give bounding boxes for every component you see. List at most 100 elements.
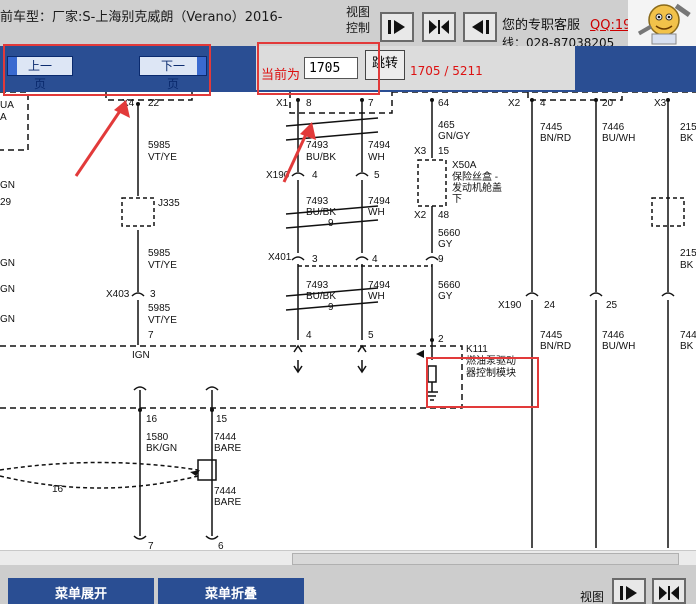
- wire-color: BU/BK: [306, 291, 336, 302]
- annotation-box-module: [426, 357, 539, 408]
- top-header: 前车型：厂家:S-上海别克威朗（Verano）2016- 视图控制 您的专职客服…: [0, 0, 696, 50]
- wire-color: GY: [438, 291, 453, 302]
- pin-label: 4: [372, 254, 378, 265]
- wire-color: WH: [368, 291, 385, 302]
- pin-label: 7: [148, 541, 154, 550]
- view-fit-button[interactable]: [422, 12, 456, 42]
- scrollbar-thumb[interactable]: [292, 553, 679, 565]
- view-next-button-bottom[interactable]: [612, 578, 646, 604]
- wire-number: 7493: [306, 280, 329, 291]
- wire-color: VT/YE: [148, 260, 177, 271]
- wire-color: WH: [368, 207, 385, 218]
- vehicle-model-label: 前车型：厂家:S-上海别克威朗（Verano）2016-: [0, 10, 283, 25]
- connector-label: X401: [268, 252, 292, 263]
- wire-number: 7494: [368, 140, 391, 151]
- pin-label: 3: [150, 289, 156, 300]
- wire-color: WH: [368, 152, 385, 163]
- pin-label: 5: [368, 330, 374, 341]
- pin-label: 25: [606, 300, 618, 311]
- wire-color: BN/RD: [540, 341, 571, 352]
- connector-label: X3: [654, 98, 667, 109]
- menu-expand-button[interactable]: 菜单展开: [8, 578, 154, 604]
- wire-number: 215: [680, 122, 696, 133]
- wire-number: 7494: [368, 196, 391, 207]
- left-edge-label: GN: [0, 180, 15, 191]
- pin-label: 2: [438, 334, 444, 345]
- left-edge-label: GN: [0, 314, 15, 325]
- wire-color: BK: [680, 260, 694, 271]
- mascot-logo: [628, 0, 696, 46]
- arrow-right-icon: [620, 586, 637, 600]
- pin-label: 4: [540, 98, 546, 109]
- left-edge-label: 29: [0, 197, 12, 208]
- module-id: K111: [466, 344, 488, 355]
- fuse-box-name: 保险丝盒 -: [452, 170, 498, 183]
- ign-label: IGN: [132, 350, 150, 361]
- wire-number: 7444: [214, 486, 237, 497]
- wire-color: BARE: [214, 443, 242, 454]
- wire-number: 7493: [306, 196, 329, 207]
- connector-label: X190: [498, 300, 522, 311]
- pin-label: 5: [374, 170, 380, 181]
- wire-number: 215: [680, 248, 696, 259]
- twist-label: 9: [328, 218, 334, 229]
- component-label: J335: [158, 198, 180, 209]
- wire-color: BK: [680, 341, 694, 352]
- annotation-box-page-buttons: [3, 44, 211, 96]
- wire-color: BU/BK: [306, 207, 336, 218]
- wire-color: GN/GY: [438, 131, 471, 142]
- pin-label: 7: [368, 98, 374, 109]
- view-fit-button-bottom[interactable]: [652, 578, 686, 604]
- fuse-box-id: X50A: [452, 160, 477, 171]
- pin-label: 4: [306, 330, 312, 341]
- connector-label: X3: [414, 146, 427, 157]
- wire-number: 7445: [680, 330, 696, 341]
- service-info: 您的专职客服 QQ:19: [502, 14, 631, 33]
- pin-label: 7: [148, 330, 154, 341]
- wire-color: BARE: [214, 497, 242, 508]
- pin-label: 16: [146, 414, 158, 425]
- pin-label: 9: [438, 254, 444, 265]
- connector-label: X2: [508, 98, 521, 109]
- pin-label: 15: [216, 414, 228, 425]
- wire-number: 7446: [602, 122, 625, 133]
- pin-label: 16: [52, 484, 64, 495]
- pin-label: 64: [438, 98, 450, 109]
- view-next-button[interactable]: [380, 12, 414, 42]
- wire-color: VT/YE: [148, 315, 177, 326]
- fuse-box-name: 发动机舱盖: [452, 181, 502, 194]
- twist-label: 9: [328, 302, 334, 313]
- view-label: 视图: [580, 590, 605, 604]
- connector-label: X2: [414, 210, 427, 221]
- qq-link[interactable]: QQ:19: [590, 18, 631, 33]
- fuse-box-name: 下: [452, 194, 462, 205]
- wire-color: BK/GN: [146, 443, 177, 454]
- annotation-box-page-input: [257, 42, 380, 95]
- wire-number: 1580: [146, 432, 169, 443]
- wire-number: 7445: [540, 330, 563, 341]
- wire-number: 5660: [438, 280, 461, 291]
- wire-color: BN/RD: [540, 133, 571, 144]
- collapse-arrows-icon: [659, 586, 679, 600]
- pin-label: 24: [544, 300, 556, 311]
- pin-label: 6: [218, 541, 224, 550]
- wire-number: 5660: [438, 228, 461, 239]
- wire-number: 7494: [368, 280, 391, 291]
- pin-label: 48: [438, 210, 450, 221]
- wire-number: 5985: [148, 248, 171, 259]
- wire-number: 7444: [214, 432, 237, 443]
- view-prev-button[interactable]: [463, 12, 497, 42]
- left-edge-label: GN: [0, 284, 15, 295]
- view-control-label: 视图控制: [346, 5, 371, 35]
- horizontal-scrollbar[interactable]: [0, 550, 696, 565]
- wire-color: BU/WH: [602, 341, 635, 352]
- service-label: 您的专职客服: [502, 18, 581, 33]
- pin-label: 20: [602, 98, 614, 109]
- menu-collapse-button[interactable]: 菜单折叠: [158, 578, 304, 604]
- wire-color: GY: [438, 239, 453, 250]
- wire-number: 7445: [540, 122, 563, 133]
- wire-number: 5985: [148, 303, 171, 314]
- wire-number: 7446: [602, 330, 625, 341]
- wire-color: BU/WH: [602, 133, 635, 144]
- left-edge-label: A: [0, 112, 7, 123]
